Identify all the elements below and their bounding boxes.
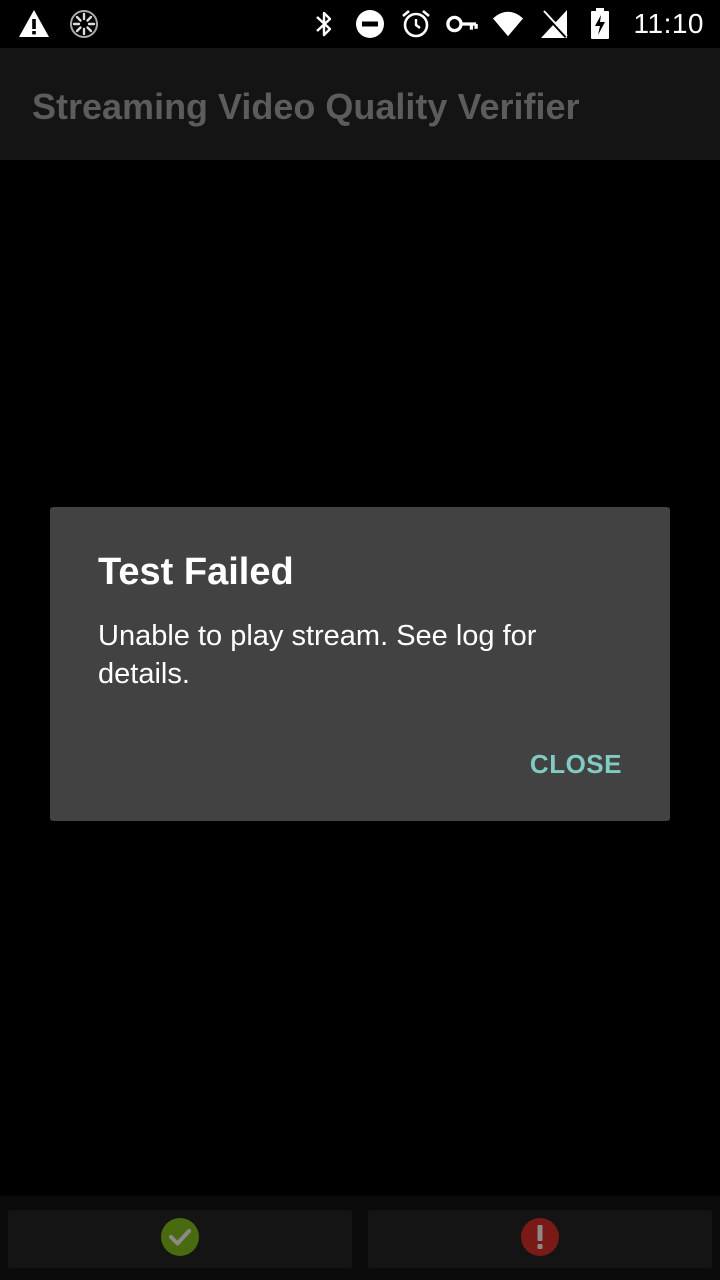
status-time: 11:10	[633, 8, 704, 39]
no-sim-icon	[538, 6, 570, 42]
fail-button[interactable]	[368, 1210, 712, 1268]
status-bar-left	[18, 6, 100, 42]
battery-charging-icon	[584, 6, 616, 42]
error-circle-icon	[520, 1217, 560, 1262]
alarm-icon	[400, 6, 432, 42]
dialog-title: Test Failed	[98, 551, 294, 593]
check-circle-icon	[160, 1217, 200, 1262]
app-title: Streaming Video Quality Verifier	[32, 86, 580, 127]
warning-icon	[18, 6, 50, 42]
wifi-icon	[492, 6, 524, 42]
close-button[interactable]: CLOSE	[512, 743, 640, 786]
dialog-message: Unable to play stream. See log for detai…	[98, 620, 537, 690]
bottom-button-bar	[0, 1196, 720, 1280]
status-bar-right: 11:10	[308, 6, 705, 42]
bluetooth-icon	[308, 6, 340, 42]
status-bar: 11:10	[0, 0, 720, 48]
do-not-disturb-icon	[354, 6, 386, 42]
pass-button[interactable]	[8, 1210, 352, 1268]
sync-icon	[68, 6, 100, 42]
app-bar: Streaming Video Quality Verifier	[0, 48, 720, 160]
test-failed-dialog: Test Failed Unable to play stream. See l…	[50, 507, 670, 821]
vpn-key-icon	[445, 6, 478, 42]
